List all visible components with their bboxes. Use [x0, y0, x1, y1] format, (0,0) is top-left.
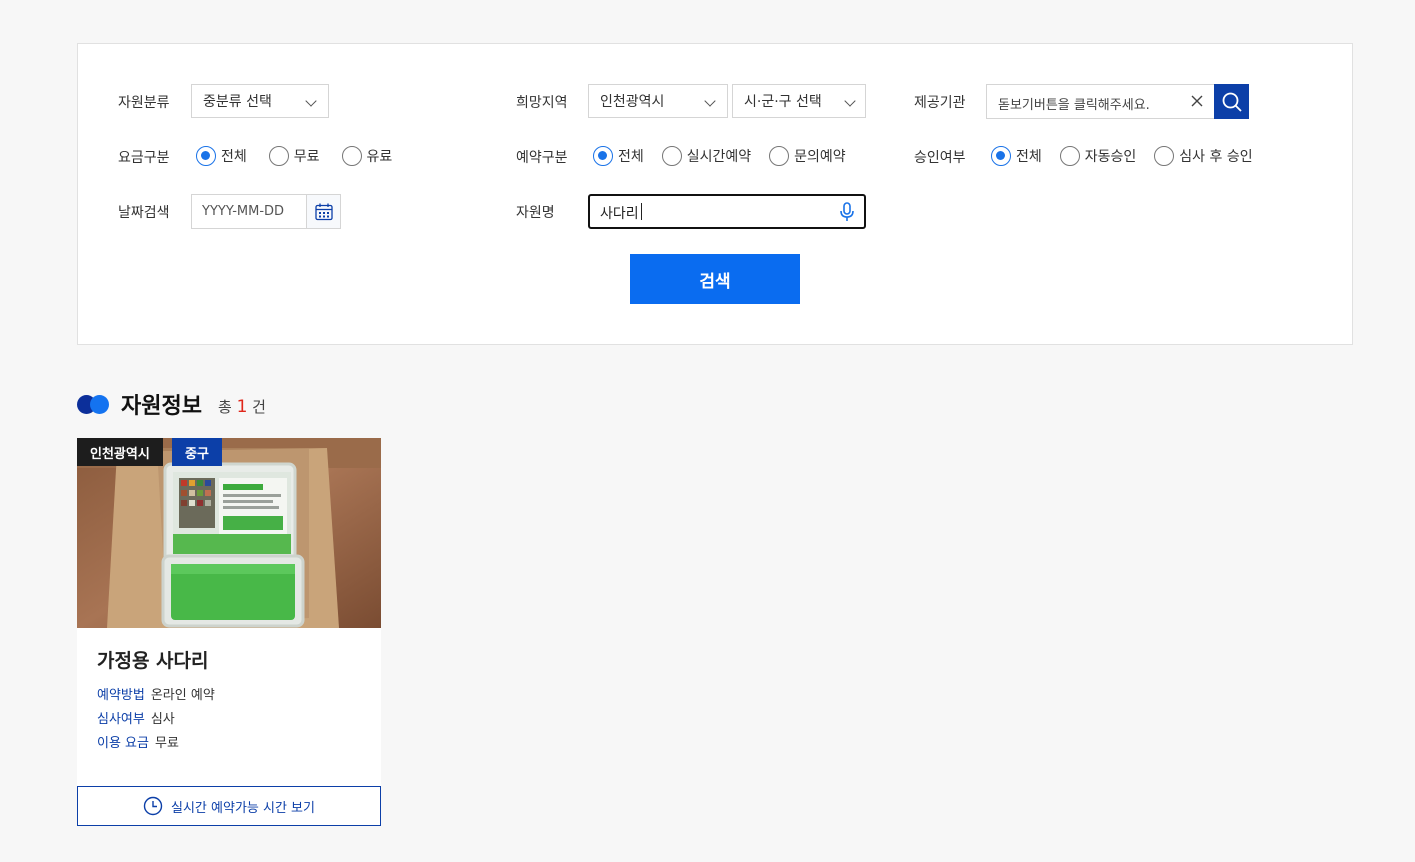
- date-label: 날짜검색: [118, 205, 170, 221]
- count-suffix: 건: [252, 397, 266, 416]
- provider-placeholder: 돋보기버튼을 클릭해주세요.: [998, 98, 1150, 113]
- chevron-down-icon: [305, 95, 317, 107]
- reservation-label: 예약구분: [516, 150, 568, 166]
- reservation-radio-group: 전체 실시간예약 문의예약: [593, 146, 862, 166]
- provider-search-button[interactable]: [1214, 84, 1249, 119]
- region-value: 인천광역시: [600, 94, 665, 110]
- chevron-down-icon: [844, 95, 856, 107]
- date-input[interactable]: YYYY-MM-DD: [191, 194, 341, 229]
- calendar-icon: [314, 203, 333, 220]
- resource-type-label: 자원분류: [118, 95, 170, 111]
- results-header: 자원정보 총 1 건: [77, 388, 266, 420]
- count-prefix: 총: [217, 397, 232, 416]
- radio-checked: [991, 146, 1011, 166]
- approval-radio-review[interactable]: 심사 후 승인: [1154, 146, 1253, 166]
- district-value: 시·군·구 선택: [744, 94, 822, 110]
- fee-option-label: 전체: [221, 149, 247, 165]
- fee-radio-group: 전체 무료 유료: [196, 146, 408, 166]
- reservation-option-label: 문의예약: [794, 149, 846, 165]
- card-title[interactable]: 가정용 사다리: [97, 646, 209, 673]
- provider-label: 제공기관: [914, 95, 966, 111]
- info-value: 심사: [150, 712, 175, 727]
- fee-radio-all[interactable]: 전체: [196, 146, 247, 166]
- voice-input-button[interactable]: [839, 202, 855, 226]
- text-caret: [641, 203, 642, 220]
- district-select[interactable]: 시·군·구 선택: [732, 84, 866, 118]
- calendar-button[interactable]: [306, 195, 340, 228]
- reservation-radio-inquiry[interactable]: 문의예약: [769, 146, 846, 166]
- region-select[interactable]: 인천광역시: [588, 84, 728, 118]
- resource-photo[interactable]: 인천광역시 중구: [77, 438, 381, 628]
- info-key: 이용 요금: [97, 736, 149, 751]
- resource-name-value: 사다리: [600, 206, 639, 222]
- radio-unchecked: [1059, 146, 1080, 166]
- radio-unchecked: [341, 146, 362, 166]
- fee-option-label: 유료: [366, 149, 393, 165]
- radio-checked: [593, 146, 613, 166]
- fee-option-label: 무료: [293, 149, 320, 165]
- region-label: 희망지역: [516, 95, 568, 111]
- card-info-reservation: 예약방법 온라인 예약: [97, 684, 215, 703]
- approval-radio-group: 전체 자동승인 심사 후 승인: [991, 146, 1269, 166]
- info-key: 심사여부: [97, 712, 145, 727]
- info-value: 온라인 예약: [150, 688, 215, 703]
- resource-card[interactable]: 인천광역시 중구 가정용 사다리 예약방법 온라인 예약 심사여부 심사 이용 요금…: [77, 438, 381, 826]
- results-count: 총 1 건: [218, 396, 266, 417]
- radio-unchecked: [1154, 146, 1175, 166]
- fee-radio-paid[interactable]: 유료: [341, 146, 393, 166]
- resource-type-select[interactable]: 중분류 선택: [191, 84, 329, 118]
- card-info-fee: 이용 요금 무료: [97, 732, 179, 751]
- clock-icon: [143, 796, 163, 816]
- count-number: 1: [236, 396, 248, 417]
- info-key: 예약방법: [97, 688, 145, 703]
- reservation-option-label: 실시간예약: [686, 149, 752, 165]
- district-tag: 중구: [172, 438, 222, 466]
- provider-input[interactable]: 돋보기버튼을 클릭해주세요.: [986, 84, 1215, 119]
- availability-button-label: 실시간 예약가능 시간 보기: [171, 800, 315, 816]
- clear-icon[interactable]: [1190, 94, 1204, 112]
- approval-option-label: 전체: [1016, 149, 1042, 165]
- reservation-option-label: 전체: [618, 149, 644, 165]
- radio-checked: [196, 146, 216, 166]
- approval-radio-auto[interactable]: 자동승인: [1059, 146, 1137, 166]
- approval-label: 승인여부: [914, 150, 966, 166]
- ladder-photo-image: [77, 438, 381, 628]
- search-button[interactable]: 검색: [630, 254, 800, 304]
- realtime-availability-button[interactable]: 실시간 예약가능 시간 보기: [77, 786, 381, 826]
- approval-option-label: 자동승인: [1084, 149, 1137, 165]
- reservation-radio-all[interactable]: 전체: [593, 146, 644, 166]
- info-value: 무료: [154, 736, 179, 751]
- microphone-icon: [840, 202, 854, 221]
- radio-unchecked: [268, 146, 289, 166]
- section-bullet-icon: [77, 394, 111, 414]
- radio-unchecked: [769, 146, 790, 166]
- date-placeholder: YYYY-MM-DD: [202, 204, 285, 219]
- approval-radio-all[interactable]: 전체: [991, 146, 1042, 166]
- search-icon: [1222, 92, 1242, 112]
- card-info-review: 심사여부 심사: [97, 708, 175, 727]
- region-tag: 인천광역시: [77, 438, 163, 466]
- chevron-down-icon: [704, 95, 716, 107]
- resource-type-value: 중분류 선택: [203, 94, 272, 110]
- resource-name-input[interactable]: 사다리: [588, 194, 866, 229]
- results-title: 자원정보: [121, 394, 202, 419]
- reservation-radio-realtime[interactable]: 실시간예약: [661, 146, 752, 166]
- fee-label: 요금구분: [118, 150, 170, 166]
- fee-radio-free[interactable]: 무료: [268, 146, 320, 166]
- search-filter-panel: 자원분류 중분류 선택 희망지역 인천광역시 시·군·구 선택 제공기관 돋보기…: [77, 43, 1353, 345]
- radio-unchecked: [661, 146, 682, 166]
- resource-name-label: 자원명: [516, 205, 555, 221]
- approval-option-label: 심사 후 승인: [1179, 149, 1253, 165]
